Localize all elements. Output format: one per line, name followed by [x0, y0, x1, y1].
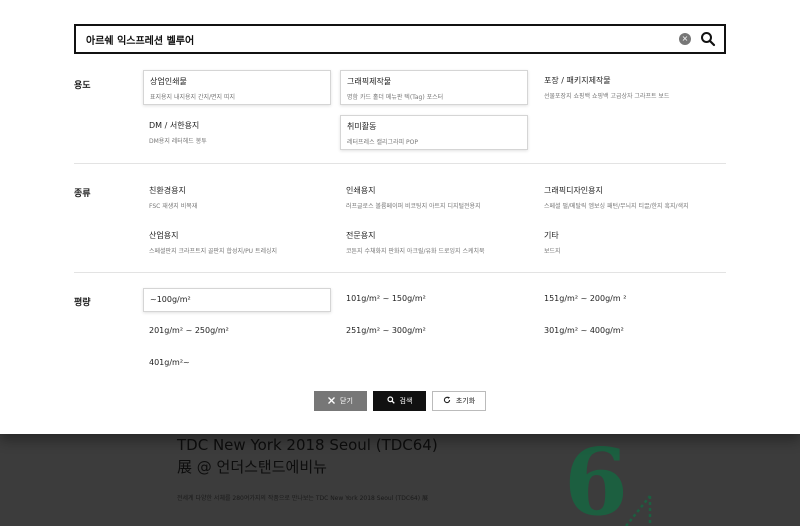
usage-option-hobby[interactable]: 취미활동 레터프레스 캘리그라피 POP — [340, 115, 528, 150]
type-option-other[interactable]: 기타 보드지 — [538, 225, 738, 260]
weight-option-151-200[interactable]: 151g/m² ~ 200g/m ² — [538, 288, 632, 312]
option-title: 친환경용지 — [149, 186, 186, 195]
type-option-eco[interactable]: 친환경용지 FSC 재생지 비목재 — [143, 180, 331, 215]
option-subtitle: FSC 재생지 비목재 — [149, 203, 198, 210]
refresh-icon — [443, 396, 451, 406]
search-button-label: 검색 — [399, 397, 413, 405]
usage-option-dm-letter[interactable]: DM / 서한용지 DM용지 레터헤드 봉투 — [143, 115, 331, 150]
weight-option-301-400[interactable]: 301g/m² ~ 400g/m² — [538, 320, 630, 344]
type-label: 종류 — [74, 189, 91, 199]
search-bar: × — [74, 24, 726, 54]
section-divider — [74, 163, 726, 164]
option-subtitle: 스페셜 펄/메탈릭 엠보싱 패턴/무늬지 티끌/한지 흑지/색지 — [544, 203, 689, 210]
option-title: 취미활동 — [347, 122, 377, 131]
option-title: 상업인쇄물 — [150, 77, 187, 86]
event-title-line1: TDC New York 2018 Seoul (TDC64) — [177, 436, 438, 454]
option-title: DM / 서한용지 — [149, 121, 200, 130]
weight-option-251-300[interactable]: 251g/m² ~ 300g/m² — [340, 320, 432, 344]
weight-option-0-100[interactable]: ~100g/m² — [143, 288, 331, 312]
usage-option-commercial-print[interactable]: 상업인쇄물 표지용지 내지용지 간지/면지 띠지 — [143, 70, 331, 105]
clear-icon[interactable]: × — [679, 33, 691, 45]
poster-art-image: 6 — [564, 436, 652, 526]
option-subtitle: 표지용지 내지용지 간지/면지 띠지 — [150, 94, 236, 101]
close-button-label: 닫기 — [340, 397, 353, 405]
background-page: TDC New York 2018 Seoul (TDC64) 展 @ 언더스탠… — [0, 434, 800, 526]
type-option-print[interactable]: 인쇄용지 러프글로스 볼륨페이퍼 비코팅지 아트지 디지털전용지 — [340, 180, 528, 215]
close-button[interactable]: 닫기 — [314, 391, 367, 411]
type-option-professional[interactable]: 전문용지 코튼지 수채화지 판화지 아크릴/유화 드로잉지 스케치북 — [340, 225, 528, 260]
option-subtitle: 레터프레스 캘리그라피 POP — [347, 139, 418, 146]
usage-option-packaging[interactable]: 포장 / 패키지제작물 선물포장지 쇼핑백 쇼핑백 고급상자 그라프트 보드 — [538, 70, 738, 105]
option-subtitle: 스페셜판지 크라프트지 골판지 합성지/PU 트레싱지 — [149, 248, 278, 255]
search-input[interactable] — [86, 30, 666, 48]
event-title-line2: 展 @ 언더스탠드에비뉴 — [177, 458, 327, 476]
option-subtitle: 보드지 — [544, 248, 561, 255]
weight-option-101-150[interactable]: 101g/m² ~ 150g/m² — [340, 288, 432, 312]
option-title: 인쇄용지 — [346, 186, 376, 195]
search-icon — [386, 396, 395, 406]
option-subtitle: 명함 카드 홀더 메뉴판 텍(Tag) 포스터 — [347, 94, 444, 101]
usage-label: 용도 — [74, 81, 91, 91]
reset-button[interactable]: 초기화 — [432, 391, 486, 411]
option-title: 포장 / 패키지제작물 — [544, 76, 611, 85]
option-title: 전문용지 — [346, 231, 376, 240]
poster-art-glyph: 6 — [564, 436, 628, 526]
type-option-graphic-design[interactable]: 그래픽디자인용지 스페셜 펄/메탈릭 엠보싱 패턴/무늬지 티끌/한지 흑지/색… — [538, 180, 738, 215]
option-title: 그래픽디자인용지 — [544, 186, 603, 195]
weight-option-201-250[interactable]: 201g/m² ~ 250g/m² — [143, 320, 235, 344]
weight-option-401-plus[interactable]: 401g/m²~ — [143, 352, 196, 376]
weight-label: 평량 — [74, 298, 91, 308]
reset-button-label: 초기화 — [455, 397, 476, 405]
option-subtitle: DM용지 레터헤드 봉투 — [149, 138, 207, 145]
option-subtitle: 러프글로스 볼륨페이퍼 비코팅지 아트지 디지털전용지 — [346, 203, 481, 210]
usage-option-graphic-products[interactable]: 그래픽제작물 명함 카드 홀더 메뉴판 텍(Tag) 포스터 — [340, 70, 528, 105]
option-title: 기타 — [544, 231, 559, 240]
close-icon — [328, 396, 336, 406]
option-subtitle: 선물포장지 쇼핑백 쇼핑백 고급상자 그라프트 보드 — [544, 93, 670, 100]
search-icon[interactable] — [700, 31, 716, 47]
option-subtitle: 코튼지 수채화지 판화지 아크릴/유화 드로잉지 스케치북 — [346, 248, 485, 255]
option-title: 그래픽제작물 — [347, 77, 392, 86]
search-button[interactable]: 검색 — [373, 391, 426, 411]
section-divider — [74, 272, 726, 273]
filter-modal: × 용도 상업인쇄물 표지용지 내지용지 간지/면지 띠지 그래픽제작물 명함 … — [0, 0, 800, 434]
event-description: 전세계 다양한 서체를 280여가지의 작품으로 만나보는 TDC New Yo… — [177, 495, 429, 502]
option-title: 산업용지 — [149, 231, 179, 240]
type-option-industrial[interactable]: 산업용지 스페셜판지 크라프트지 골판지 합성지/PU 트레싱지 — [143, 225, 331, 260]
